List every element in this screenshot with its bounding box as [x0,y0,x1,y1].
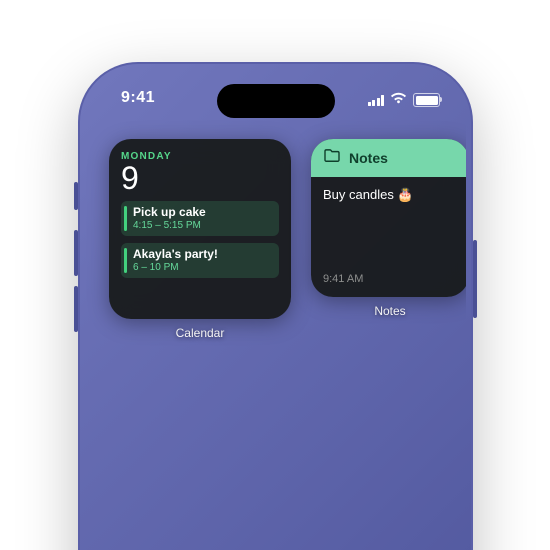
calendar-day-of-week: MONDAY [121,151,279,162]
calendar-event[interactable]: Pick up cake 4:15 – 5:15 PM [121,201,279,236]
calendar-event[interactable]: Akayla's party! 6 – 10 PM [121,243,279,278]
note-text: Buy candles 🎂 [323,187,457,203]
event-title: Pick up cake [129,206,271,219]
event-time: 6 – 10 PM [129,262,271,273]
calendar-date-number: 9 [121,162,279,194]
silence-switch[interactable] [74,182,78,210]
folder-icon [323,149,341,168]
notes-header-title: Notes [349,150,388,166]
iphone-frame: 9:41 MONDAY 9 Pick up cake [78,62,473,550]
volume-up-button[interactable] [74,230,78,276]
status-time: 9:41 [121,89,155,107]
dynamic-island[interactable] [217,84,335,118]
screen: 9:41 MONDAY 9 Pick up cake [85,69,466,550]
note-timestamp: 9:41 AM [323,273,363,285]
power-button[interactable] [473,240,477,318]
event-title: Akayla's party! [129,248,271,261]
notes-widget[interactable]: Notes Buy candles 🎂 9:41 AM [311,139,466,297]
cellular-signal-icon [368,95,385,106]
widget-label-calendar: Calendar [176,326,225,340]
event-time: 4:15 – 5:15 PM [129,220,271,231]
battery-icon [413,93,440,107]
widget-label-notes: Notes [374,304,405,318]
volume-down-button[interactable] [74,286,78,332]
wifi-icon [390,91,407,109]
calendar-widget[interactable]: MONDAY 9 Pick up cake 4:15 – 5:15 PM Aka… [109,139,291,319]
notes-widget-header: Notes [311,139,466,177]
